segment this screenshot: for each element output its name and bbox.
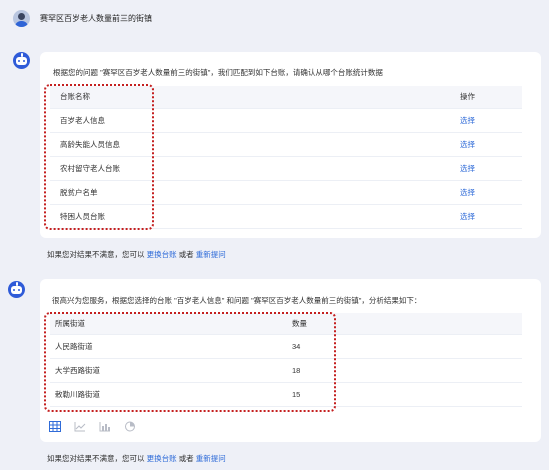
- re-ask-link[interactable]: 重新提问: [196, 250, 226, 259]
- select-link[interactable]: 选择: [460, 156, 522, 181]
- pie-chart-icon[interactable]: [124, 421, 136, 432]
- ledger-name: 农村留守老人台账: [50, 156, 460, 181]
- view-switcher: [49, 421, 136, 432]
- street-name: 大学西路街道: [50, 358, 292, 383]
- street-name: 敕勒川路街道: [50, 382, 292, 407]
- table-icon[interactable]: [49, 421, 61, 432]
- footer-text: 或者: [178, 250, 194, 259]
- header-action: 操作: [460, 86, 522, 109]
- table-row: 大学西路街道 18: [50, 358, 522, 383]
- header-ledger-name: 台账名称: [50, 86, 460, 109]
- footer-retry-1: 如果您对结果不满意，您可以 更换台账 或者 重新提问: [47, 249, 226, 260]
- table-row[interactable]: 百岁老人信息 选择: [50, 108, 522, 133]
- result-table: 所属街道 数量 人民路街道 34 大学西路街道 18 敕勒川路街道 15: [50, 313, 522, 407]
- user-message: 赛罕区百岁老人数量前三的街镇: [13, 10, 152, 27]
- footer-text: 如果您对结果不满意，您可以: [47, 454, 145, 463]
- table-row: 敕勒川路街道 15: [50, 382, 522, 407]
- bot-avatar-icon: [8, 281, 25, 298]
- header-count: 数量: [292, 313, 522, 335]
- bar-chart-icon[interactable]: [99, 421, 111, 432]
- reply2-intro: 很高兴为您服务，根据您选择的台账 "百岁老人信息" 和问题 "赛罕区百岁老人数量…: [52, 296, 422, 305]
- select-link[interactable]: 选择: [460, 180, 522, 205]
- table-row[interactable]: 高龄失能人员信息 选择: [50, 132, 522, 157]
- ledger-table: 台账名称 操作 百岁老人信息 选择 高龄失能人员信息 选择 农村留守老人台账 选…: [50, 86, 522, 229]
- ledger-name: 百岁老人信息: [50, 108, 460, 133]
- select-link[interactable]: 选择: [460, 132, 522, 157]
- street-count: 18: [292, 358, 522, 383]
- select-link[interactable]: 选择: [460, 108, 522, 133]
- ledger-name: 特困人员台账: [50, 204, 460, 229]
- user-question: 赛罕区百岁老人数量前三的街镇: [40, 14, 152, 23]
- header-street: 所属街道: [50, 313, 292, 335]
- footer-text: 或者: [178, 454, 194, 463]
- select-link[interactable]: 选择: [460, 204, 522, 229]
- re-ask-link[interactable]: 重新提问: [196, 454, 226, 463]
- street-count: 34: [292, 334, 522, 359]
- ledger-name: 高龄失能人员信息: [50, 132, 460, 157]
- table-row: 人民路街道 34: [50, 334, 522, 359]
- ledger-table-header: 台账名称 操作: [50, 86, 522, 109]
- street-count: 15: [292, 382, 522, 407]
- table-row[interactable]: 特困人员台账 选择: [50, 204, 522, 229]
- footer-retry-2: 如果您对结果不满意，您可以 更换台账 或者 重新提问: [47, 453, 226, 464]
- footer-text: 如果您对结果不满意，您可以: [47, 250, 145, 259]
- change-ledger-link[interactable]: 更换台账: [147, 250, 177, 259]
- ledger-name: 脱贫户名单: [50, 180, 460, 205]
- result-table-header: 所属街道 数量: [50, 313, 522, 335]
- user-avatar: [13, 10, 30, 27]
- table-row[interactable]: 农村留守老人台账 选择: [50, 156, 522, 181]
- street-name: 人民路街道: [50, 334, 292, 359]
- line-chart-icon[interactable]: [74, 421, 86, 432]
- reply1-intro: 根据您的问题 "赛罕区百岁老人数量前三的街镇"，我们匹配到如下台账，请确认从哪个…: [53, 68, 383, 77]
- change-ledger-link[interactable]: 更换台账: [147, 454, 177, 463]
- bot-avatar-icon: [13, 52, 30, 69]
- table-row[interactable]: 脱贫户名单 选择: [50, 180, 522, 205]
